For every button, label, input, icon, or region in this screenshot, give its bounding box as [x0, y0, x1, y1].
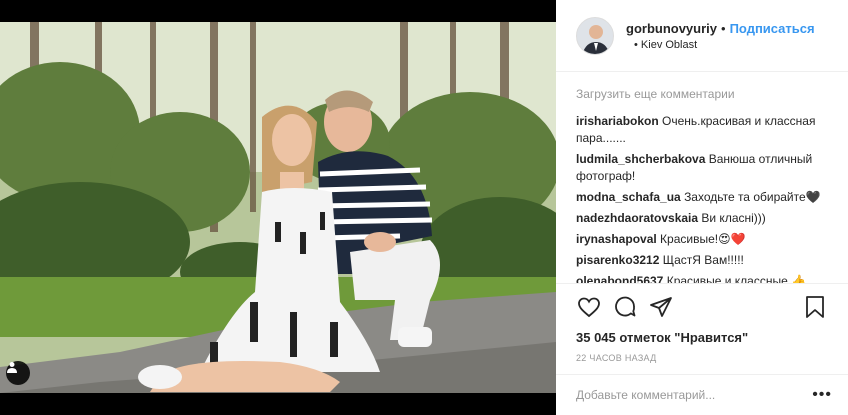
separator-dot: •	[721, 20, 726, 36]
comment-text: Заходьте та обирайте🖤	[684, 190, 821, 204]
comment-text: Ви класні)))	[701, 211, 766, 225]
more-options-icon[interactable]: •••	[812, 386, 832, 404]
comment-icon	[615, 296, 636, 317]
comment-author[interactable]: modna_schafa_ua	[576, 190, 681, 204]
comment-text: Красивые!😍❤️	[660, 232, 746, 246]
bookmark-icon	[806, 296, 824, 318]
comment-item: modna_schafa_ua Заходьте та обирайте🖤	[576, 189, 828, 206]
heart-icon	[578, 297, 600, 318]
share-icon	[650, 297, 672, 317]
avatar-image	[577, 17, 613, 54]
comment-item: irynashapoval Красивые!😍❤️	[576, 231, 828, 248]
comment-text: ЩастЯ Вам!!!!!	[662, 253, 744, 267]
username-link[interactable]: gorbunovyuriy	[626, 21, 717, 36]
comment-item: pisarenko3212 ЩастЯ Вам!!!!!	[576, 252, 828, 269]
post-side-panel: gorbunovyuriy • Подписаться • Kiev Oblas…	[556, 0, 848, 415]
location-label: Kiev Oblast	[640, 38, 698, 51]
comment-author[interactable]: nadezhdaoratovskaia	[576, 211, 698, 225]
action-bar	[576, 292, 828, 322]
location-link[interactable]: • Kiev Oblast	[634, 39, 815, 51]
post-photo[interactable]	[0, 22, 556, 393]
add-comment-bar: •••	[556, 374, 848, 415]
comment-item: ludmila_shcherbakova Ванюша отличный фот…	[576, 151, 828, 185]
tagged-users-button[interactable]	[6, 361, 30, 385]
comments-list: Загрузить еще комментарии irishariabokon…	[556, 72, 848, 284]
comment-item: irishariabokon Очень.красивая и классная…	[576, 113, 828, 147]
comment-button[interactable]	[612, 294, 638, 320]
load-more-comments-button[interactable]: Загрузить еще комментарии	[576, 86, 828, 103]
post-actions-section: 35 045 отметок "Нравится" 22 ЧАСОВ НАЗАД	[556, 283, 848, 363]
add-comment-input[interactable]	[576, 388, 813, 402]
avatar[interactable]	[576, 16, 614, 55]
location-dot: •	[634, 38, 638, 51]
comment-author[interactable]: pisarenko3212	[576, 253, 659, 267]
comment-author[interactable]: irynashapoval	[576, 232, 657, 246]
like-button[interactable]	[576, 294, 602, 320]
save-button[interactable]	[802, 294, 828, 320]
follow-button[interactable]: Подписаться	[730, 21, 815, 36]
photo-scene	[0, 22, 556, 393]
post-timestamp[interactable]: 22 ЧАСОВ НАЗАД	[576, 353, 828, 363]
comment-author[interactable]: irishariabokon	[576, 114, 659, 128]
likes-count[interactable]: 35 045 отметок "Нравится"	[576, 330, 828, 345]
user-icon	[7, 362, 17, 373]
post-header: gorbunovyuriy • Подписаться • Kiev Oblas…	[556, 0, 848, 72]
share-button[interactable]	[648, 294, 674, 320]
comment-author[interactable]: ludmila_shcherbakova	[576, 152, 705, 166]
comment-item: nadezhdaoratovskaia Ви класні)))	[576, 210, 828, 227]
